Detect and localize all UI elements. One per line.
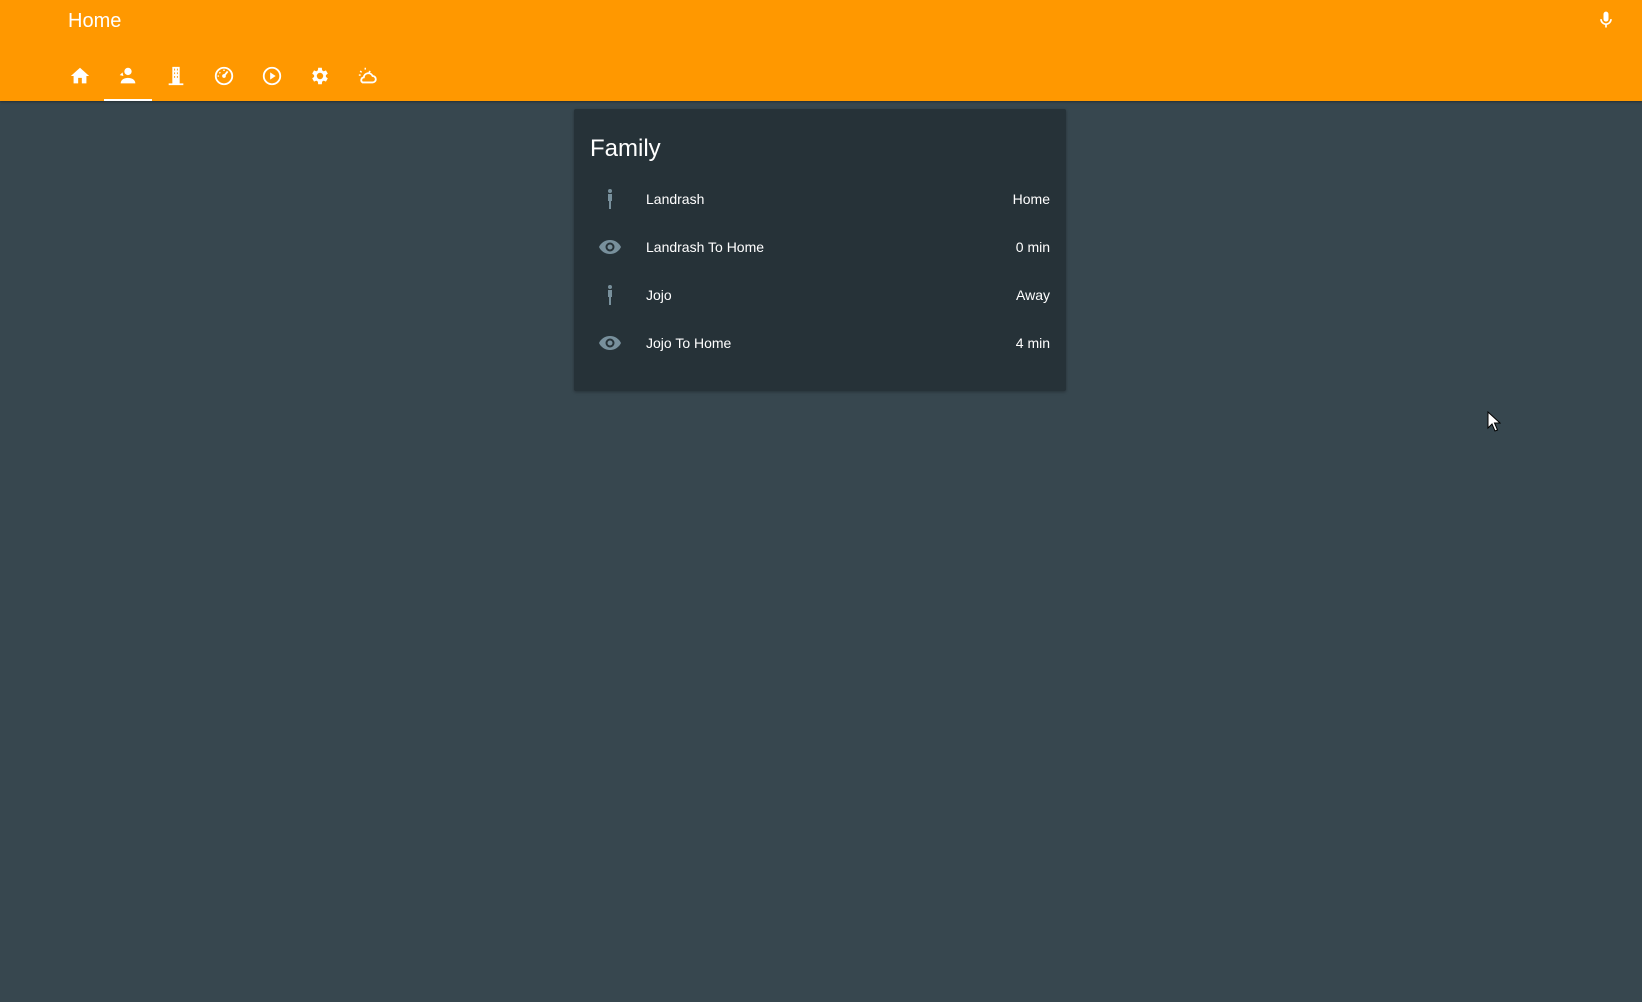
- tab-settings[interactable]: [296, 56, 344, 101]
- tab-home[interactable]: [56, 56, 104, 101]
- entity-state: 0 min: [1015, 239, 1050, 255]
- tab-family[interactable]: [104, 56, 152, 101]
- tab-play[interactable]: [248, 56, 296, 101]
- entity-row-landrash-to-home[interactable]: Landrash To Home 0 min: [590, 227, 1050, 267]
- entity-state: Away: [1016, 287, 1050, 303]
- person-icon: [590, 275, 630, 315]
- entity-name: Landrash To Home: [646, 239, 765, 255]
- entity-name: Jojo: [646, 287, 672, 303]
- play-circle-icon: [261, 65, 283, 92]
- microphone-button[interactable]: [1592, 8, 1620, 36]
- mouse-cursor-icon: [1487, 410, 1502, 433]
- entity-row-jojo-to-home[interactable]: Jojo To Home 4 min: [590, 323, 1050, 363]
- gauge-icon: [213, 65, 235, 92]
- app-header: Home: [0, 0, 1642, 101]
- card-title: Family: [590, 135, 661, 162]
- family-card: Family Landrash Home Landrash To Home 0 …: [574, 109, 1066, 391]
- entity-state: 4 min: [1015, 335, 1050, 351]
- tab-bar: [56, 56, 392, 101]
- tab-gauge[interactable]: [200, 56, 248, 101]
- home-icon: [69, 65, 91, 92]
- eye-icon: [590, 323, 630, 363]
- entity-row-jojo[interactable]: Jojo Away: [590, 275, 1050, 315]
- office-building-icon: [165, 65, 187, 92]
- weather-partly-cloudy-icon: [357, 65, 379, 92]
- page-title: Home: [68, 10, 122, 32]
- account-location-icon: [117, 65, 139, 92]
- entity-row-landrash[interactable]: Landrash Home: [590, 179, 1050, 219]
- entity-name: Jojo To Home: [646, 335, 732, 351]
- entity-name: Landrash: [646, 191, 705, 207]
- tab-building[interactable]: [152, 56, 200, 101]
- eye-icon: [590, 227, 630, 267]
- entity-state: Home: [1012, 191, 1050, 207]
- settings-icon: [309, 65, 331, 92]
- person-icon: [590, 179, 630, 219]
- tab-weather[interactable]: [344, 56, 392, 101]
- microphone-icon: [1596, 9, 1616, 36]
